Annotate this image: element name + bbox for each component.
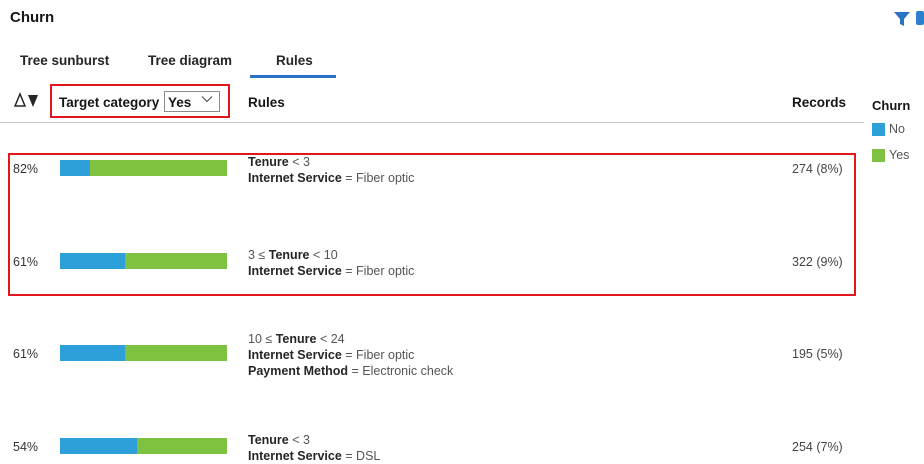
rule-field: Tenure (268, 248, 310, 262)
rule-field: Tenure (248, 155, 289, 169)
rule-text: 10 ≤ Tenure < 24 Internet Service = Fiber… (248, 331, 453, 379)
rule-line: Internet Service = Fiber optic (248, 264, 415, 278)
filter-icon[interactable] (893, 10, 911, 28)
target-category-value[interactable]: Yes (168, 95, 191, 110)
rule-line: Internet Service = Fiber optic (248, 348, 415, 362)
row-records: 274 (8%) (792, 162, 843, 176)
bar-segment-no (60, 345, 126, 361)
row-bar (60, 160, 227, 176)
rule-text: 3 ≤ Tenure < 10 Internet Service = Fiber … (248, 247, 414, 279)
target-category-label: Target category (59, 95, 160, 110)
legend-title: Churn (872, 98, 911, 113)
row-percent: 54% (13, 440, 39, 454)
row-percent: 61% (13, 255, 39, 269)
active-tab-indicator (250, 75, 336, 78)
rule-text: Tenure < 3 Internet Service = Fiber optic (248, 154, 414, 186)
row-bar (60, 253, 227, 269)
chevron-down-icon[interactable] (201, 94, 213, 104)
records-column-header[interactable]: Records (792, 95, 846, 110)
rule-line: 3 ≤ Tenure < 10 (248, 248, 338, 262)
bar-segment-no (60, 438, 137, 454)
tab-tree-diagram[interactable]: Tree diagram (148, 53, 232, 68)
rule-field: Internet Service (248, 449, 342, 463)
rule-line: Tenure < 3 (248, 433, 310, 447)
rule-line: Tenure < 3 (248, 155, 310, 169)
panel-toggle-icon[interactable] (916, 11, 924, 25)
tab-rules[interactable]: Rules (276, 53, 313, 68)
rule-line: Internet Service = Fiber optic (248, 171, 415, 185)
row-percent: 82% (13, 162, 39, 176)
rule-field: Payment Method (248, 364, 349, 378)
rule-field: Internet Service (248, 264, 342, 278)
rule-field: Tenure (248, 433, 289, 447)
rule-field: Tenure (275, 332, 317, 346)
legend-swatch-yes (872, 149, 885, 162)
bar-segment-yes (136, 438, 227, 454)
bar-segment-yes (90, 160, 227, 176)
bar-segment-no (60, 160, 91, 176)
tab-tree-sunburst[interactable]: Tree sunburst (20, 53, 109, 68)
rule-field: Internet Service (248, 171, 342, 185)
row-bar (60, 345, 227, 361)
rule-line: 10 ≤ Tenure < 24 (248, 332, 345, 346)
page-title: Churn (10, 9, 55, 26)
legend-label-yes: Yes (889, 148, 910, 162)
bar-segment-no (60, 253, 126, 269)
rules-column-header: Rules (248, 95, 285, 110)
rule-field: Internet Service (248, 348, 342, 362)
row-records: 322 (9%) (792, 255, 843, 269)
rule-line: Internet Service = DSL (248, 449, 381, 463)
legend-swatch-no (872, 123, 885, 136)
rule-text: Tenure < 3 Internet Service = DSL (248, 432, 380, 464)
bar-segment-yes (125, 345, 227, 361)
row-bar (60, 438, 227, 454)
bar-segment-yes (125, 253, 227, 269)
row-records: 195 (5%) (792, 347, 843, 361)
rule-line: Payment Method = Electronic check (248, 364, 454, 378)
row-percent: 61% (13, 347, 39, 361)
row-records: 254 (7%) (792, 440, 843, 454)
header-divider (0, 122, 864, 123)
sort-triangles-icon[interactable] (14, 92, 40, 110)
legend-label-no: No (889, 122, 905, 136)
